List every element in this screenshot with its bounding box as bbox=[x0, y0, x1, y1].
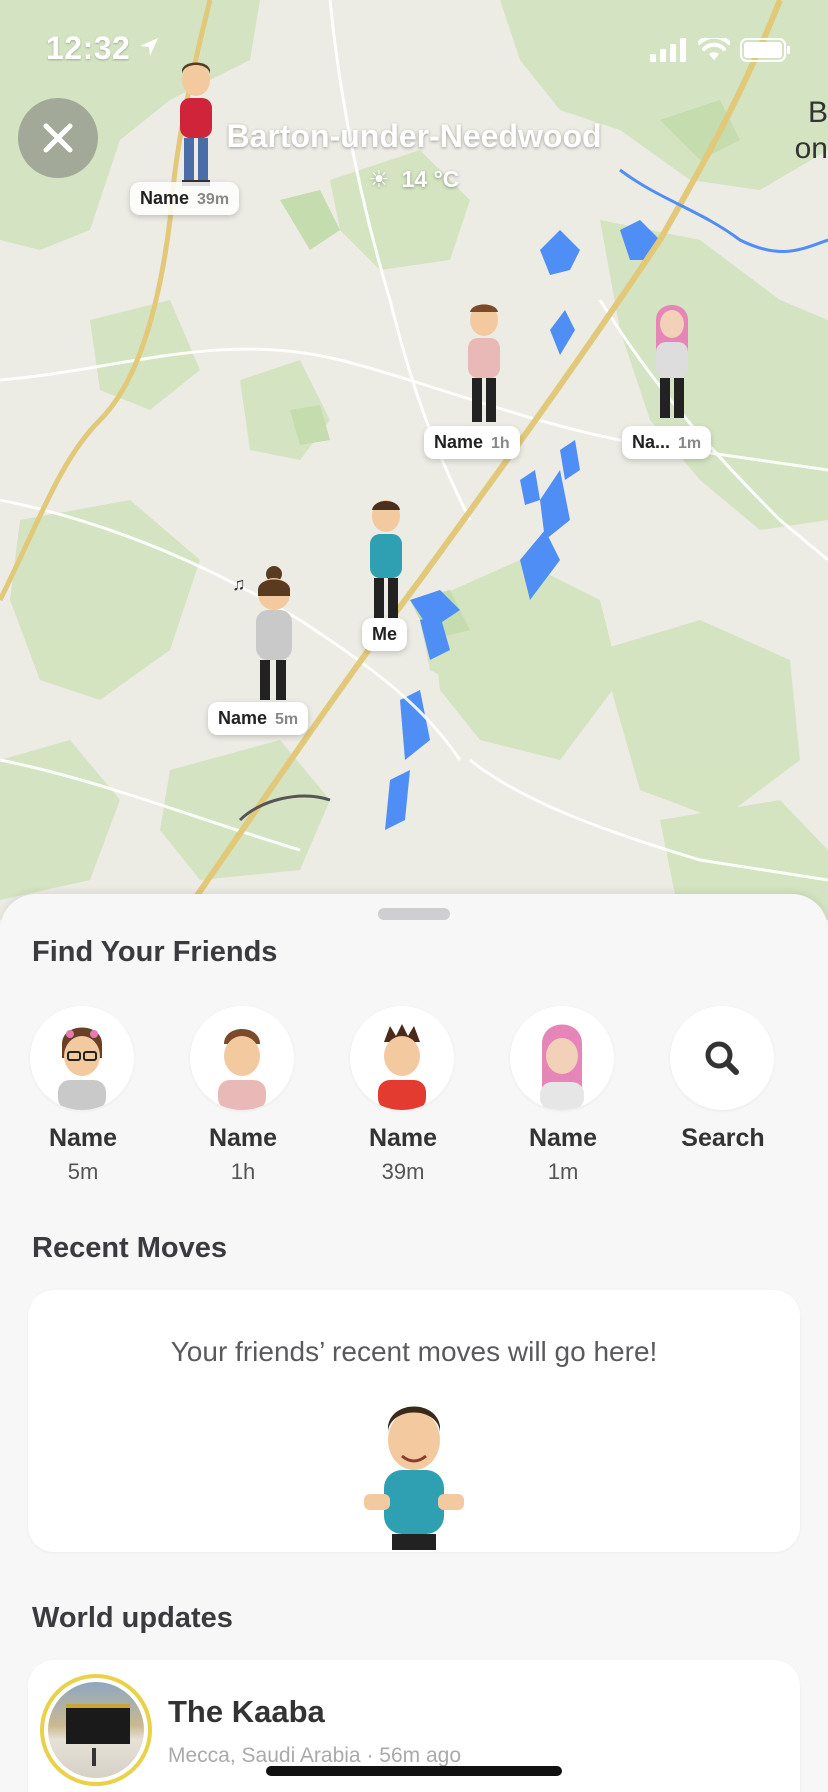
friend-name: Name bbox=[528, 1124, 598, 1152]
pin-name: Name bbox=[434, 432, 484, 452]
search-avatar bbox=[670, 1006, 774, 1110]
world-update-subtitle: Mecca, Saudi Arabia · 56m ago bbox=[168, 1744, 461, 1767]
friend-time: 5m bbox=[67, 1159, 99, 1184]
friend-item[interactable]: Name 1m bbox=[510, 1006, 616, 1185]
weather-info: ☀ 14 °C bbox=[0, 166, 828, 193]
search-icon bbox=[705, 1041, 739, 1075]
pin-time: 1h bbox=[491, 435, 510, 452]
pin-name: Name bbox=[218, 708, 268, 728]
friend-name: Name bbox=[368, 1124, 438, 1152]
pin-name: Me bbox=[372, 624, 398, 644]
recent-moves-title: Recent Moves bbox=[32, 1232, 228, 1264]
avatar bbox=[350, 1006, 454, 1110]
find-friends-title: Find Your Friends bbox=[32, 936, 278, 968]
bitmoji-avatar bbox=[468, 304, 500, 422]
status-icons bbox=[650, 38, 792, 62]
bitmoji-thumbs-up bbox=[364, 1406, 464, 1550]
pin-name: Na... bbox=[632, 432, 671, 452]
bitmoji-avatar: ♫ bbox=[232, 566, 292, 700]
friend-time: 1h bbox=[230, 1159, 256, 1184]
friends-row: Name 5m Name 1h Name 39m Name 1m Search bbox=[30, 1006, 776, 1185]
avatar bbox=[510, 1006, 614, 1110]
wifi-icon bbox=[698, 38, 730, 60]
friend-name: Name bbox=[208, 1124, 278, 1152]
bitmoji-face bbox=[218, 1029, 266, 1110]
temperature: 14 °C bbox=[401, 166, 460, 192]
pin-label: Me bbox=[362, 618, 408, 651]
pin-time: 1m bbox=[678, 435, 702, 452]
search-label: Search bbox=[681, 1124, 765, 1152]
bitmoji-face bbox=[58, 1027, 106, 1110]
cellular-signal-icon bbox=[650, 38, 686, 62]
status-time: 12:32 bbox=[46, 30, 131, 66]
world-update-title: The Kaaba bbox=[168, 1694, 325, 1729]
bottom-sheet[interactable]: Find Your Friends Name 5m Name 1h Name 3… bbox=[0, 894, 828, 1792]
avatar bbox=[190, 1006, 294, 1110]
bitmoji-face bbox=[378, 1024, 426, 1110]
svg-text:♫: ♫ bbox=[232, 574, 246, 594]
recent-moves-empty-text: Your friends’ recent moves will go here! bbox=[170, 1336, 658, 1367]
status-bar: 12:32 bbox=[0, 0, 828, 100]
sun-icon: ☀ bbox=[368, 166, 390, 192]
pin-time: 39m bbox=[197, 191, 230, 208]
kaaba-thumbnail bbox=[48, 1682, 144, 1778]
bitmoji-face bbox=[540, 1024, 584, 1110]
pin-label: Name 1h bbox=[424, 426, 520, 459]
avatar bbox=[30, 1006, 134, 1110]
location-arrow-icon bbox=[140, 38, 158, 56]
world-updates-title: World updates bbox=[32, 1602, 233, 1634]
home-indicator[interactable] bbox=[266, 1766, 562, 1776]
friend-item[interactable]: Name 39m bbox=[350, 1006, 456, 1185]
place-title: Barton-under-Needwood bbox=[0, 118, 828, 155]
pin-label: Name 5m bbox=[208, 702, 309, 735]
bitmoji-avatar bbox=[656, 305, 688, 418]
place-name: Barton-under-Needwood bbox=[226, 118, 602, 154]
map-view[interactable]: 12:32 Barton-under-Needwood ☀ 14 °C B on… bbox=[0, 0, 828, 920]
story-ring bbox=[40, 1674, 152, 1786]
battery-icon bbox=[740, 38, 790, 62]
friend-item[interactable]: Name 5m bbox=[30, 1006, 136, 1185]
friend-name: Name bbox=[48, 1124, 118, 1152]
sheet-grabber[interactable] bbox=[378, 908, 450, 920]
recent-moves-card: Your friends’ recent moves will go here! bbox=[28, 1290, 800, 1552]
search-friends-button[interactable]: Search bbox=[670, 1006, 776, 1185]
pin-time: 5m bbox=[275, 711, 299, 728]
friend-time: 39m bbox=[381, 1159, 425, 1184]
bitmoji-avatar bbox=[370, 500, 402, 618]
friend-time: 1m bbox=[547, 1159, 579, 1184]
pin-label: Na... 1m bbox=[622, 426, 712, 459]
friend-item[interactable]: Name 1h bbox=[190, 1006, 296, 1185]
